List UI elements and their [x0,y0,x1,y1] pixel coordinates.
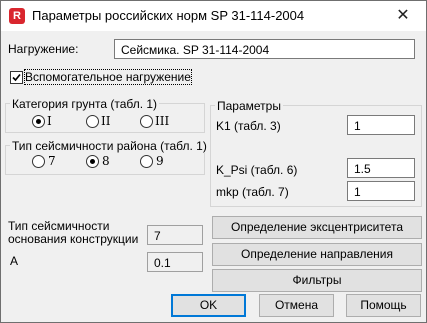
ok-button[interactable]: OK [171,294,246,317]
k1-label: K1 (табл. 3) [216,119,281,133]
seismicity-option-8[interactable]: 8 [102,154,110,168]
load-label: Нагружение: [8,42,79,56]
kpsi-label: K_Psi (табл. 6) [216,163,298,177]
soil-category-option-2[interactable]: II [101,114,110,128]
foundation-seismicity-value: 7 [147,225,203,245]
mkp-label: mkp (табл. 7) [216,185,289,199]
dialog-window: R Параметры российских норм SP 31-114-20… [0,0,427,323]
eccentricity-button[interactable]: Определение эксцентриситета [212,216,422,239]
direction-button[interactable]: Определение направления [212,243,422,266]
close-icon: ✕ [396,7,410,24]
auxiliary-load-checkbox[interactable] [10,71,23,84]
soil-category-radio-2[interactable] [86,115,99,128]
soil-category-radio-3[interactable] [140,115,153,128]
a-value: 0.1 [147,252,203,272]
seismicity-title: Тип сейсмичности района (табл. 1) [10,139,209,153]
foundation-seismicity-label: Тип сейсмичности [8,219,110,233]
soil-category-option-3[interactable]: III [155,114,169,128]
help-button[interactable]: Помощь [346,294,421,317]
seismicity-option-9[interactable]: 9 [156,154,164,168]
close-button[interactable]: ✕ [380,1,426,31]
seismicity-radio-9[interactable] [140,155,153,168]
mkp-input[interactable]: 1 [347,181,415,201]
kpsi-input[interactable]: 1.5 [347,158,415,178]
app-logo-icon: R [9,8,25,24]
filters-button[interactable]: Фильтры [212,269,422,292]
foundation-seismicity-label-line2: основания конструкции [8,232,139,246]
seismicity-radio-7[interactable] [32,155,45,168]
seismicity-option-7[interactable]: 7 [48,154,56,168]
soil-category-option-1[interactable]: I [47,114,52,128]
cancel-button[interactable]: Отмена [259,294,334,317]
soil-category-radio-1[interactable] [32,115,45,128]
k1-input[interactable]: 1 [347,115,415,135]
auxiliary-load-label[interactable]: Вспомогательное нагружение [24,69,192,85]
load-field[interactable]: Сейсмика. SP 31-114-2004 [114,39,415,59]
soil-category-title: Категория грунта (табл. 1) [10,97,160,111]
a-label: A [10,254,19,268]
seismicity-radio-8[interactable] [86,155,99,168]
window-title: Параметры российских норм SP 31-114-2004 [32,8,305,23]
title-bar[interactable]: R Параметры российских норм SP 31-114-20… [1,1,426,31]
parameters-title: Параметры [215,99,283,113]
checkmark-icon [12,73,21,82]
